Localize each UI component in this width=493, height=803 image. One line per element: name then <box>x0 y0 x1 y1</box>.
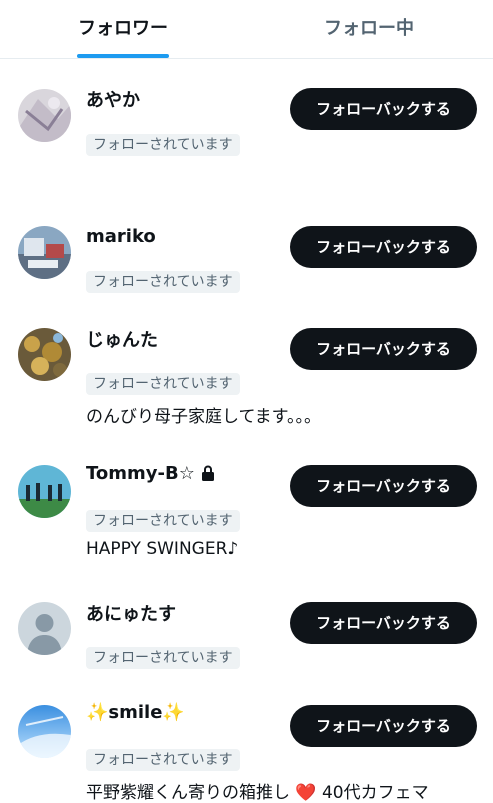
user-name[interactable]: あにゅたす <box>86 600 176 626</box>
user-bio: のんびり母子家庭してます。。。 <box>86 407 321 427</box>
list-item[interactable]: ✨smile✨ フォローされています 平野紫耀くん寄りの箱推し ❤️ 40代カフ… <box>0 690 493 803</box>
user-name[interactable]: ✨smile✨ <box>86 702 185 723</box>
user-bio: 平野紫耀くん寄りの箱推し ❤️ 40代カフェマ <box>86 783 429 803</box>
user-name[interactable]: Tommy-B☆ <box>86 463 215 484</box>
avatar[interactable] <box>18 328 71 381</box>
avatar[interactable] <box>18 705 71 758</box>
follow-back-button[interactable]: フォローバックする <box>290 226 477 268</box>
avatar[interactable] <box>18 602 71 655</box>
follow-back-button[interactable]: フォローバックする <box>290 88 477 130</box>
user-name[interactable]: じゅんた <box>86 326 158 352</box>
followed-badge: フォローされています <box>86 134 240 156</box>
avatar[interactable] <box>18 89 71 142</box>
user-name-text: Tommy-B☆ <box>86 463 195 484</box>
followed-badge: フォローされています <box>86 373 240 395</box>
list-item[interactable]: あにゅたす フォローされています フォローバックする <box>0 590 493 690</box>
followed-badge: フォローされています <box>86 510 240 532</box>
lock-icon <box>201 465 214 481</box>
list-item[interactable]: あやか フォローされています フォローバックする <box>0 58 493 218</box>
list-item[interactable]: Tommy-B☆ フォローされています HAPPY SWINGER♪ フォローバ… <box>0 453 493 590</box>
follow-back-button[interactable]: フォローバックする <box>290 602 477 644</box>
tab-bar: フォロワー フォロー中 <box>0 0 493 59</box>
followed-badge: フォローされています <box>86 647 240 669</box>
list-item[interactable]: じゅんた フォローされています のんびり母子家庭してます。。。 フォローバックす… <box>0 318 493 453</box>
list-item[interactable]: mariko フォローされています フォローバックする <box>0 218 493 318</box>
avatar[interactable] <box>18 226 71 279</box>
followed-badge: フォローされています <box>86 271 240 293</box>
follow-back-button[interactable]: フォローバックする <box>290 328 477 370</box>
followed-badge: フォローされています <box>86 749 240 771</box>
tab-followers[interactable]: フォロワー <box>0 0 246 58</box>
user-name[interactable]: mariko <box>86 226 156 247</box>
user-name[interactable]: あやか <box>86 86 140 112</box>
avatar[interactable] <box>18 465 71 518</box>
follow-back-button[interactable]: フォローバックする <box>290 465 477 507</box>
follow-back-button[interactable]: フォローバックする <box>290 705 477 747</box>
user-bio: HAPPY SWINGER♪ <box>86 539 239 559</box>
tab-following[interactable]: フォロー中 <box>246 0 492 58</box>
